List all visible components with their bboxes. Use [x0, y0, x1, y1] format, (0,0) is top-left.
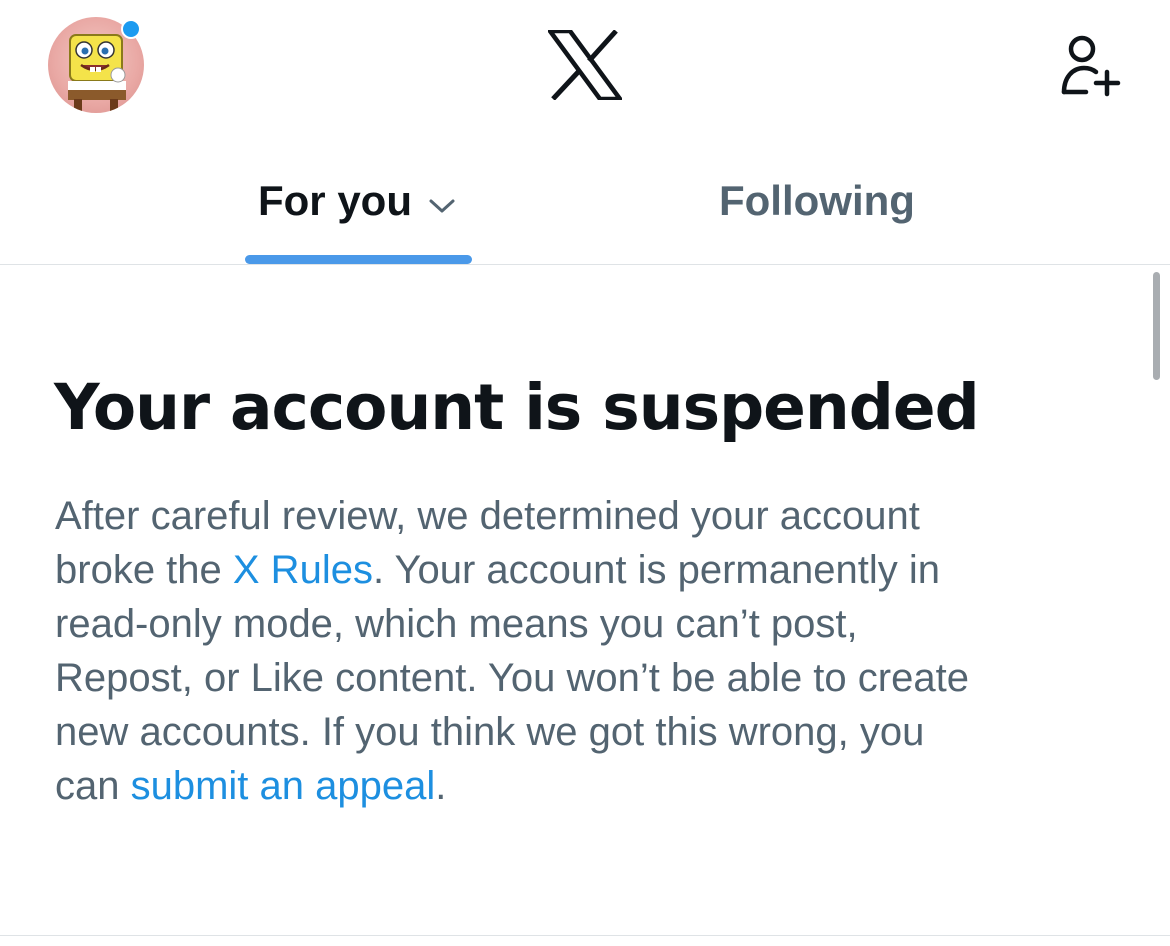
message-text: . Your account is permanently in — [372, 548, 940, 592]
active-tab-indicator — [245, 255, 472, 264]
notification-dot — [121, 19, 141, 39]
message-line: read-only mode, which means you can’t po… — [55, 602, 858, 646]
message-line: can submit an appeal. — [55, 759, 1145, 813]
tab-for-you[interactable]: For you — [258, 176, 456, 226]
message-line: new accounts. If you think we got this w… — [55, 710, 925, 754]
x-logo-icon[interactable] — [545, 28, 625, 102]
message-text: . — [435, 764, 447, 808]
tab-following[interactable]: Following — [719, 176, 915, 226]
content-divider — [0, 935, 1170, 936]
message-line: After careful review, we determined your… — [55, 494, 920, 538]
timeline-tabs: For you Following — [0, 140, 1170, 264]
submit-appeal-link[interactable]: submit an appeal — [131, 764, 436, 808]
tab-for-you-label: For you — [258, 177, 412, 224]
message-text: broke the — [55, 548, 233, 592]
add-user-icon[interactable] — [1056, 34, 1122, 98]
top-header — [0, 0, 1170, 130]
message-line: broke the X Rules. Your account is perma… — [55, 543, 1145, 597]
suspension-title: Your account is suspended — [54, 371, 980, 444]
message-line: Repost, or Like content. You won’t be ab… — [55, 656, 969, 700]
message-text: can — [55, 764, 131, 808]
tabs-divider — [0, 264, 1170, 265]
scrollbar[interactable] — [1153, 272, 1160, 380]
x-rules-link[interactable]: X Rules — [233, 548, 373, 592]
tab-following-label: Following — [719, 177, 915, 224]
chevron-down-icon[interactable] — [428, 176, 456, 226]
suspension-message: After careful review, we determined your… — [55, 489, 1145, 813]
